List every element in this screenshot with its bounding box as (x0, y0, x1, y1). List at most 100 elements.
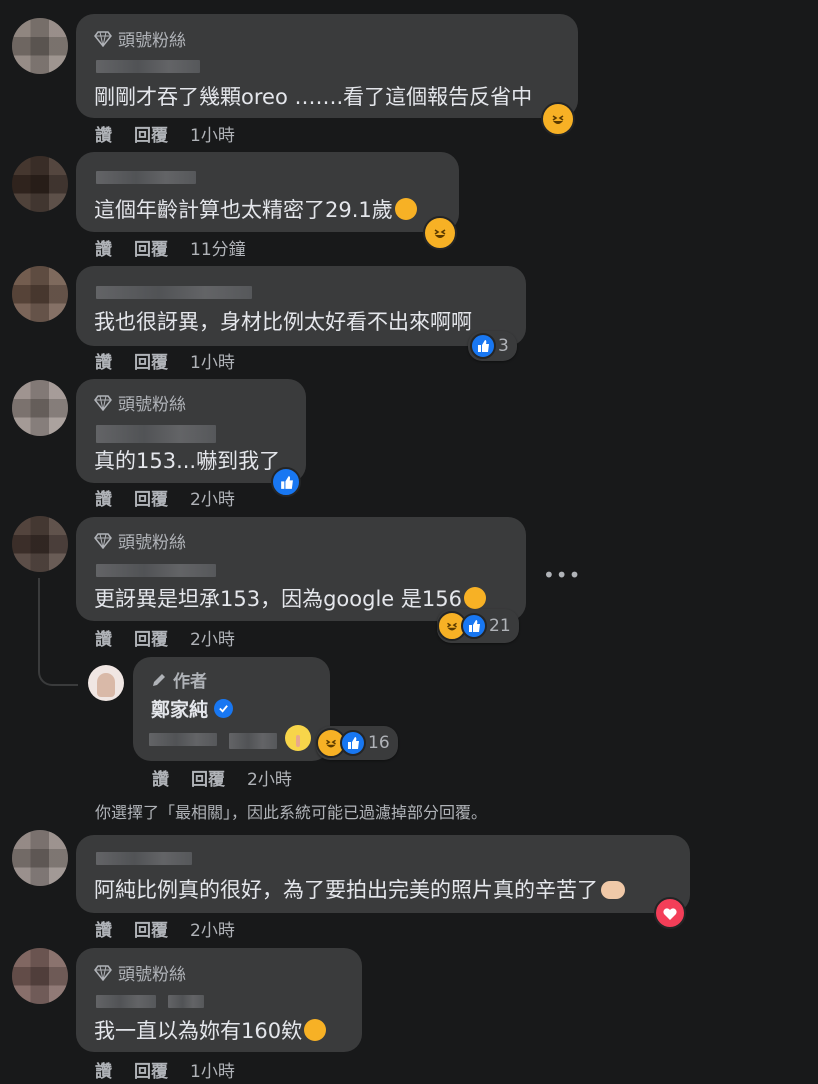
laugh-reaction-icon[interactable] (541, 102, 575, 136)
like-reaction-icon (461, 613, 487, 639)
timestamp[interactable]: 2小時 (190, 625, 235, 650)
timestamp[interactable]: 2小時 (190, 916, 235, 941)
blurred-username[interactable] (96, 286, 252, 299)
reaction-summary[interactable]: 3 (468, 331, 517, 361)
timestamp[interactable]: 1小時 (190, 348, 235, 373)
comment-bubble: 頭號粉絲 剛剛才吞了幾顆oreo …….看了這個報告反省中 (76, 14, 578, 118)
reply-button[interactable]: 回覆 (191, 765, 225, 790)
reaction-summary[interactable]: 21 (437, 609, 519, 643)
comment-actions: 讚 回覆 1小時 (95, 121, 235, 146)
diamond-icon (94, 394, 112, 411)
top-fan-badge: 頭號粉絲 (94, 390, 186, 415)
pencil-icon (153, 673, 165, 686)
reaction-count: 16 (368, 733, 390, 753)
comment-actions: 讚 回覆 2小時 (95, 485, 235, 510)
comment-bubble: 我也很訝異，身材比例太好看不出來啊啊 (76, 266, 526, 346)
comment-text-content: 更訝異是坦承153，因為google 是156 (94, 587, 462, 611)
reply-button[interactable]: 回覆 (134, 235, 168, 260)
comment-text: 真的153...嚇到我了 (94, 449, 281, 473)
comment-text-content: 這個年齡計算也太精密了29.1歲 (94, 198, 393, 222)
blurred-username[interactable] (96, 171, 196, 184)
more-options-icon[interactable]: ••• (543, 563, 581, 587)
reply-button[interactable]: 回覆 (134, 625, 168, 650)
comment-text: 我一直以為妳有160欸 (94, 1015, 327, 1045)
like-reaction-icon (340, 730, 366, 756)
like-button[interactable]: 讚 (95, 485, 112, 510)
timestamp[interactable]: 1小時 (190, 1057, 235, 1082)
avatar[interactable] (12, 830, 68, 886)
blurred-username[interactable] (96, 852, 192, 865)
author-avatar[interactable] (88, 665, 124, 701)
author-name[interactable]: 鄭家純 (151, 695, 208, 722)
badge-label: 頭號粉絲 (118, 395, 186, 415)
reaction-count: 3 (498, 336, 509, 356)
timestamp[interactable]: 1小時 (190, 121, 235, 146)
timestamp[interactable]: 11分鐘 (190, 235, 246, 260)
like-button[interactable]: 讚 (152, 765, 169, 790)
comment-actions: 讚 回覆 2小時 (95, 916, 235, 941)
avatar[interactable] (12, 948, 68, 1004)
like-button[interactable]: 讚 (95, 625, 112, 650)
comment-bubble: 阿純比例真的很好，為了要拍出完美的照片真的辛苦了 (76, 835, 690, 913)
comment-actions: 讚 回覆 1小時 (95, 1057, 235, 1082)
comment-text: 我也很訝異，身材比例太好看不出來啊啊 (94, 310, 472, 334)
like-button[interactable]: 讚 (95, 235, 112, 260)
like-button[interactable]: 讚 (95, 121, 112, 146)
reply-button[interactable]: 回覆 (134, 485, 168, 510)
blurred-username[interactable] (168, 995, 204, 1008)
avatar[interactable] (12, 380, 68, 436)
laughing-emoji-icon (304, 1019, 327, 1041)
blurred-username[interactable] (96, 995, 156, 1008)
diamond-icon (94, 964, 112, 981)
blurred-username[interactable] (96, 60, 200, 73)
reply-button[interactable]: 回覆 (134, 121, 168, 146)
verified-badge-icon (214, 699, 234, 718)
reaction-count: 21 (489, 616, 511, 636)
love-reaction-icon[interactable] (654, 897, 686, 929)
timestamp[interactable]: 2小時 (247, 765, 292, 790)
comment-actions: 讚 回覆 2小時 (95, 625, 235, 650)
like-button[interactable]: 讚 (95, 348, 112, 373)
comment-bubble: 頭號粉絲 更訝異是坦承153，因為google 是156 (76, 517, 526, 621)
filter-notice: 你選擇了「最相關」，因此系統可能已過濾掉部分回覆。 (95, 803, 488, 822)
blurred-text (149, 733, 217, 746)
diamond-icon (94, 30, 112, 47)
badge-label: 頭號粉絲 (118, 965, 186, 985)
blurred-text (229, 733, 277, 749)
reaction-summary[interactable]: 16 (316, 726, 398, 760)
comment-actions: 讚 回覆 1小時 (95, 348, 235, 373)
reply-button[interactable]: 回覆 (134, 348, 168, 373)
badge-label: 頭號粉絲 (118, 31, 186, 51)
laugh-reaction-icon[interactable] (423, 216, 457, 250)
comment-text-content: 阿純比例真的很好，為了要拍出完美的照片真的辛苦了 (94, 878, 598, 902)
like-reaction-icon[interactable] (271, 467, 301, 497)
laughing-emoji-icon (463, 587, 486, 609)
timestamp[interactable]: 2小時 (190, 485, 235, 510)
comment-text: 剛剛才吞了幾顆oreo …….看了這個報告反省中 (94, 85, 533, 109)
avatar[interactable] (12, 516, 68, 572)
reply-bubble: 作者 鄭家純 (133, 657, 330, 761)
reply-actions: 讚 回覆 2小時 (152, 765, 292, 790)
reply-button[interactable]: 回覆 (134, 916, 168, 941)
reply-button[interactable]: 回覆 (134, 1057, 168, 1082)
comment-bubble: 這個年齡計算也太精密了29.1歲 (76, 152, 459, 232)
comment-bubble: 頭號粉絲 我一直以為妳有160欸 (76, 948, 362, 1052)
author-badge: 作者 (151, 667, 207, 692)
comment-text: 阿純比例真的很好，為了要拍出完美的照片真的辛苦了 (94, 874, 625, 904)
blurred-username[interactable] (96, 425, 216, 443)
author-label: 作者 (173, 672, 207, 692)
author-name-row: 鄭家純 (151, 695, 234, 722)
comment-bubble: 頭號粉絲 真的153...嚇到我了 (76, 379, 306, 483)
laughing-emoji-icon (394, 198, 417, 220)
comment-text: 更訝異是坦承153，因為google 是156 (94, 583, 486, 613)
like-button[interactable]: 讚 (95, 916, 112, 941)
like-reaction-icon (470, 333, 496, 359)
avatar[interactable] (12, 266, 68, 322)
avatar[interactable] (12, 156, 68, 212)
blurred-username[interactable] (96, 564, 216, 577)
comment-text: 這個年齡計算也太精密了29.1歲 (94, 194, 417, 224)
thread-connector (38, 578, 78, 686)
avatar[interactable] (12, 18, 68, 74)
like-button[interactable]: 讚 (95, 1057, 112, 1082)
top-fan-badge: 頭號粉絲 (94, 960, 186, 985)
